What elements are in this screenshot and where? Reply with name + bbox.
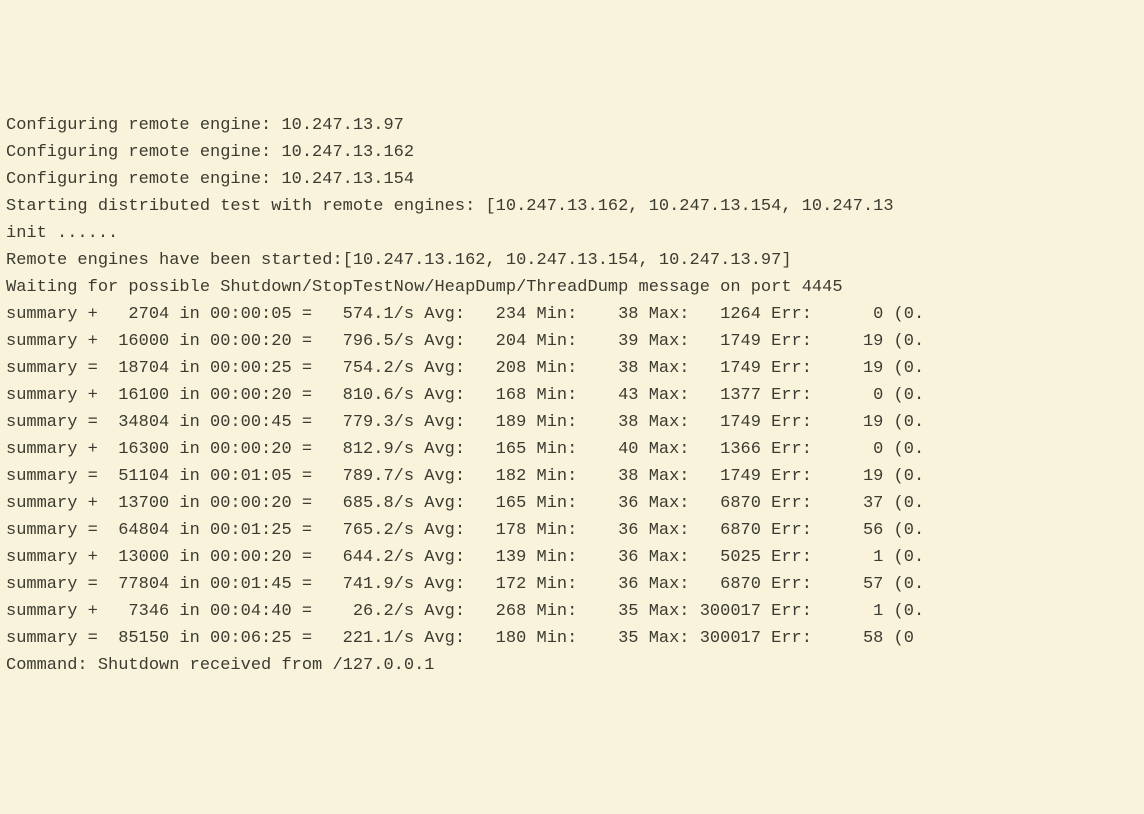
summary-line-12: summary = 85150 in 00:06:25 = 221.1/s Av… <box>6 625 1138 652</box>
summary-line-10: summary = 77804 in 00:01:45 = 741.9/s Av… <box>6 571 1138 598</box>
summary-line-1: summary + 16000 in 00:00:20 = 796.5/s Av… <box>6 328 1138 355</box>
init-line: init ...... <box>6 220 1138 247</box>
summary-line-8: summary = 64804 in 00:01:25 = 765.2/s Av… <box>6 517 1138 544</box>
summary-line-4: summary = 34804 in 00:00:45 = 779.3/s Av… <box>6 409 1138 436</box>
terminal-output: Configuring remote engine: 10.247.13.97C… <box>6 112 1138 679</box>
config-line-1: Configuring remote engine: 10.247.13.162 <box>6 139 1138 166</box>
started-line: Remote engines have been started:[10.247… <box>6 247 1138 274</box>
summary-line-0: summary + 2704 in 00:00:05 = 574.1/s Avg… <box>6 301 1138 328</box>
summary-line-11: summary + 7346 in 00:04:40 = 26.2/s Avg:… <box>6 598 1138 625</box>
shutdown-line: Command: Shutdown received from /127.0.0… <box>6 652 1138 679</box>
waiting-line: Waiting for possible Shutdown/StopTestNo… <box>6 274 1138 301</box>
summary-line-6: summary = 51104 in 00:01:05 = 789.7/s Av… <box>6 463 1138 490</box>
summary-line-5: summary + 16300 in 00:00:20 = 812.9/s Av… <box>6 436 1138 463</box>
config-line-0: Configuring remote engine: 10.247.13.97 <box>6 112 1138 139</box>
start-line: Starting distributed test with remote en… <box>6 193 1138 220</box>
summary-line-9: summary + 13000 in 00:00:20 = 644.2/s Av… <box>6 544 1138 571</box>
summary-line-3: summary + 16100 in 00:00:20 = 810.6/s Av… <box>6 382 1138 409</box>
summary-line-7: summary + 13700 in 00:00:20 = 685.8/s Av… <box>6 490 1138 517</box>
config-line-2: Configuring remote engine: 10.247.13.154 <box>6 166 1138 193</box>
summary-line-2: summary = 18704 in 00:00:25 = 754.2/s Av… <box>6 355 1138 382</box>
